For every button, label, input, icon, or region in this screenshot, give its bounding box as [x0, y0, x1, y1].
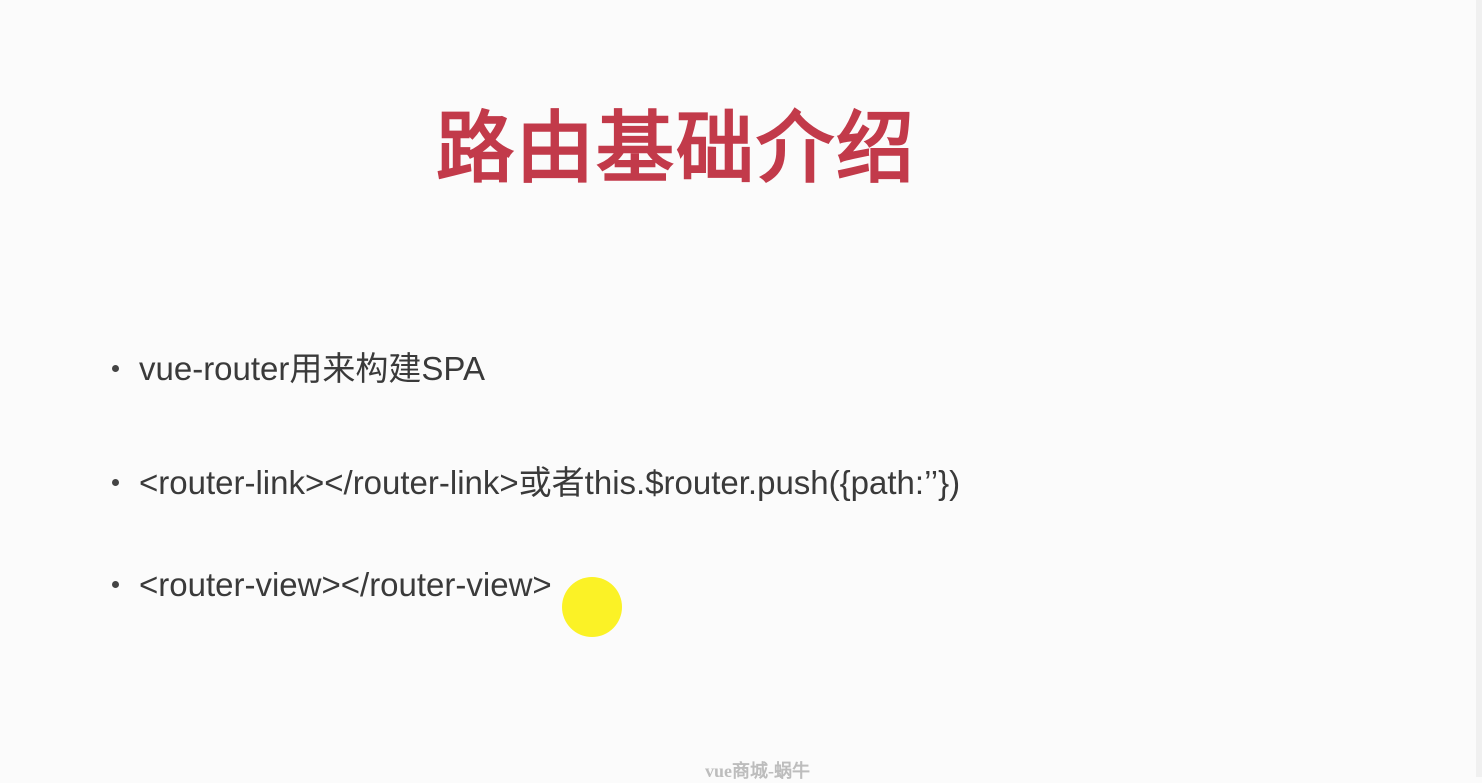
bullet-item: <router-view></router-view> — [112, 566, 552, 604]
watermark-footer: vue商城-蜗牛 — [705, 761, 810, 781]
slide-edge — [1476, 0, 1482, 777]
bullet-dot-icon — [112, 580, 119, 588]
bullet-text: vue-router用来构建SPA — [139, 350, 485, 387]
bullet-dot-icon — [112, 364, 119, 372]
bullet-text: <router-view></router-view> — [139, 566, 552, 603]
slide-title: 路由基础介绍 — [436, 104, 917, 194]
cursor-highlight-icon — [562, 577, 622, 637]
bullet-dot-icon — [112, 478, 119, 486]
bullet-text: <router-link></router-link>或者this.$route… — [139, 464, 961, 501]
bullet-item: vue-router用来构建SPA — [112, 342, 485, 390]
bullet-item: <router-link></router-link>或者this.$route… — [112, 456, 960, 504]
